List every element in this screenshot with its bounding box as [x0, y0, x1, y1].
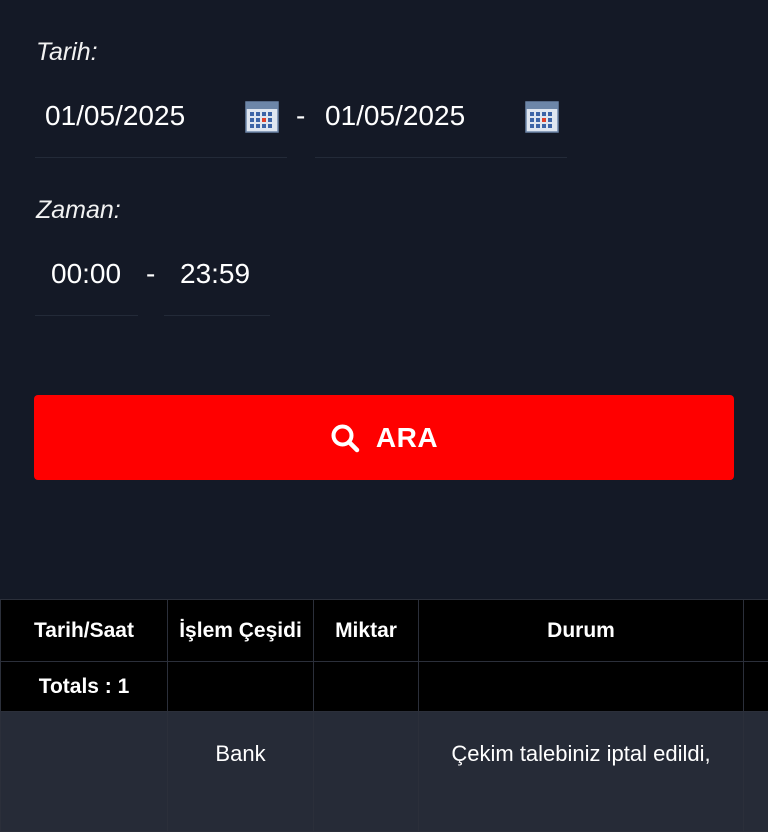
- calendar-icon[interactable]: [245, 100, 279, 134]
- date-separator: -: [296, 100, 305, 132]
- table-header-row: Tarih/Saat İşlem Çeşidi Miktar Durum: [1, 600, 768, 662]
- header-amount: Miktar: [314, 600, 419, 662]
- time-separator: -: [146, 258, 155, 290]
- totals-empty-cell: [744, 662, 768, 712]
- cell-transaction-type: Bank: [168, 712, 314, 832]
- cell-status: Çekim talebiniz iptal edildi,: [419, 712, 744, 832]
- cell-extra: [744, 712, 768, 832]
- time-to-field[interactable]: 23:59: [164, 244, 270, 316]
- search-button[interactable]: ARA: [34, 395, 734, 480]
- date-label: Tarih:: [36, 38, 98, 67]
- table-row[interactable]: Bank Çekim talebiniz iptal edildi,: [1, 712, 768, 832]
- totals-row: Totals : 1: [1, 662, 768, 712]
- calendar-icon[interactable]: [525, 100, 559, 134]
- totals-label: Totals : 1: [1, 662, 168, 712]
- time-from-value: 00:00: [51, 258, 121, 290]
- time-label: Zaman:: [36, 196, 121, 225]
- cell-amount: [314, 712, 419, 832]
- date-to-field[interactable]: 01/05/2025: [315, 86, 567, 158]
- totals-empty-cell: [419, 662, 744, 712]
- search-icon: [330, 423, 360, 453]
- date-from-value: 01/05/2025: [45, 100, 185, 132]
- search-button-label: ARA: [376, 422, 438, 454]
- date-to-value: 01/05/2025: [325, 100, 465, 132]
- date-from-field[interactable]: 01/05/2025: [35, 86, 287, 158]
- time-to-value: 23:59: [180, 258, 250, 290]
- totals-empty-cell: [168, 662, 314, 712]
- time-from-field[interactable]: 00:00: [35, 244, 138, 316]
- header-extra: [744, 600, 768, 662]
- header-status: Durum: [419, 600, 744, 662]
- totals-empty-cell: [314, 662, 419, 712]
- transactions-table: Tarih/Saat İşlem Çeşidi Miktar Durum Tot…: [0, 599, 768, 832]
- cell-datetime: [1, 712, 168, 832]
- header-datetime: Tarih/Saat: [1, 600, 168, 662]
- header-transaction-type: İşlem Çeşidi: [168, 600, 314, 662]
